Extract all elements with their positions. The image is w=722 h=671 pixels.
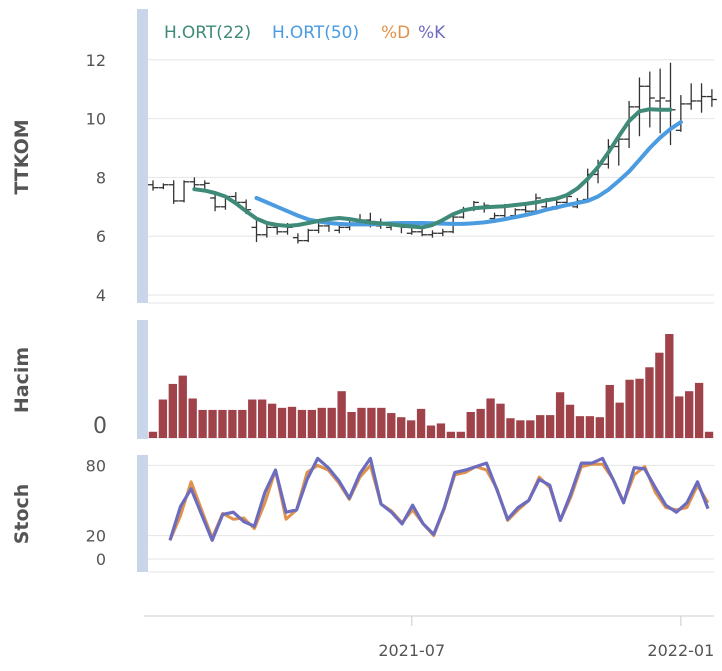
volume-bar	[605, 384, 614, 438]
volume-bar	[317, 407, 326, 438]
price-tick-label: 10	[86, 110, 106, 129]
volume-bar	[486, 398, 495, 438]
price-tick-label: 6	[96, 227, 106, 246]
x-tick-label: 2022-01	[647, 641, 714, 660]
volume-bar	[148, 431, 158, 438]
volume-bar	[158, 399, 168, 438]
volume-bar	[168, 383, 177, 438]
volume-bar	[307, 409, 317, 438]
volume-bar	[367, 407, 376, 438]
volume-bar	[297, 409, 307, 438]
volume-bar	[397, 417, 406, 438]
legend-item-ma22[interactable]: H.ORT(22)	[164, 23, 251, 43]
ohlc-bars	[148, 62, 717, 244]
stochastic-lines	[168, 456, 710, 542]
volume-bar	[575, 416, 585, 438]
volume-bar	[506, 418, 515, 438]
legend-item-ma50[interactable]: H.ORT(50)	[272, 23, 359, 43]
volume-bar	[426, 425, 436, 438]
stoch-d-line	[168, 462, 710, 541]
volume-bar	[665, 334, 674, 438]
volume-bars	[148, 334, 714, 438]
volume-bar	[377, 407, 386, 438]
volume-bar	[357, 407, 366, 438]
legend-item-stoch-k[interactable]: %K	[418, 23, 446, 43]
x-tick-label: 2021-07	[378, 641, 445, 660]
volume-bar	[267, 403, 277, 438]
price-tick-label: 4	[96, 286, 106, 305]
stoch-panel-scrollbar[interactable]	[137, 455, 148, 572]
volume-bar	[635, 378, 644, 438]
volume-bar	[585, 416, 595, 438]
volume-bar	[694, 382, 704, 438]
stock-chart: TTKOM Hacim Stoch 4 6 8 10 12 0 20 80 0 H.ORT(…	[11, 9, 717, 660]
stoch-tick-labels: 0 20 80	[86, 456, 106, 569]
price-tick-label: 12	[86, 51, 106, 70]
volume-bar	[277, 407, 287, 438]
volume-bar	[456, 431, 465, 438]
volume-bar	[416, 408, 426, 438]
x-axis-ticks: 2021-07 2022-01	[378, 616, 714, 660]
volume-bar	[516, 420, 525, 438]
volume-panel-scrollbar[interactable]	[137, 320, 148, 439]
volume-bar	[446, 431, 456, 438]
volume-bar	[526, 420, 535, 438]
volume-bar	[208, 409, 217, 438]
volume-bar	[218, 409, 227, 438]
volume-bar	[615, 402, 624, 438]
volume-bar	[406, 420, 416, 438]
volume-bar	[625, 379, 634, 438]
volume-bar	[178, 375, 187, 438]
volume-bar	[476, 408, 485, 438]
ma22-line	[192, 107, 673, 230]
price-tick-labels: 4 6 8 10 12	[86, 51, 106, 305]
volume-bar	[595, 417, 604, 438]
volume-axis-title: Hacim	[11, 347, 33, 413]
volume-bar	[536, 415, 545, 438]
stoch-tick-label: 20	[86, 527, 106, 546]
volume-bar	[436, 423, 446, 438]
volume-bar	[565, 404, 575, 438]
price-gridlines	[148, 59, 714, 296]
volume-bar	[188, 398, 197, 438]
price-tick-label: 8	[96, 168, 106, 187]
stoch-tick-label: 0	[96, 550, 106, 569]
volume-tick-label: 0	[93, 414, 107, 439]
volume-bar	[704, 431, 714, 438]
volume-bar	[655, 352, 664, 438]
volume-bar	[198, 409, 207, 438]
volume-bar	[327, 407, 336, 438]
price-panel-scrollbar[interactable]	[137, 9, 148, 303]
volume-bar	[238, 409, 247, 438]
volume-bar	[685, 391, 694, 438]
volume-bar	[545, 415, 555, 438]
volume-bar	[645, 367, 654, 438]
stoch-axis-title: Stoch	[11, 484, 33, 545]
volume-bar	[258, 399, 267, 438]
volume-bar	[555, 392, 565, 438]
volume-bar	[248, 399, 257, 438]
stoch-tick-label: 80	[86, 456, 106, 475]
volume-bar	[337, 391, 346, 438]
volume-bar	[466, 412, 475, 438]
volume-bar	[496, 403, 505, 438]
legend-item-stoch-d[interactable]: %D	[381, 23, 410, 43]
legend: H.ORT(22) H.ORT(50) %D %K	[164, 23, 446, 43]
volume-bar	[347, 412, 356, 438]
volume-bar	[675, 396, 684, 438]
stoch-k-line	[168, 456, 710, 542]
volume-bar	[228, 409, 237, 438]
volume-bar	[287, 406, 297, 438]
volume-bar	[387, 413, 396, 438]
price-axis-title: TTKOM	[11, 119, 33, 194]
